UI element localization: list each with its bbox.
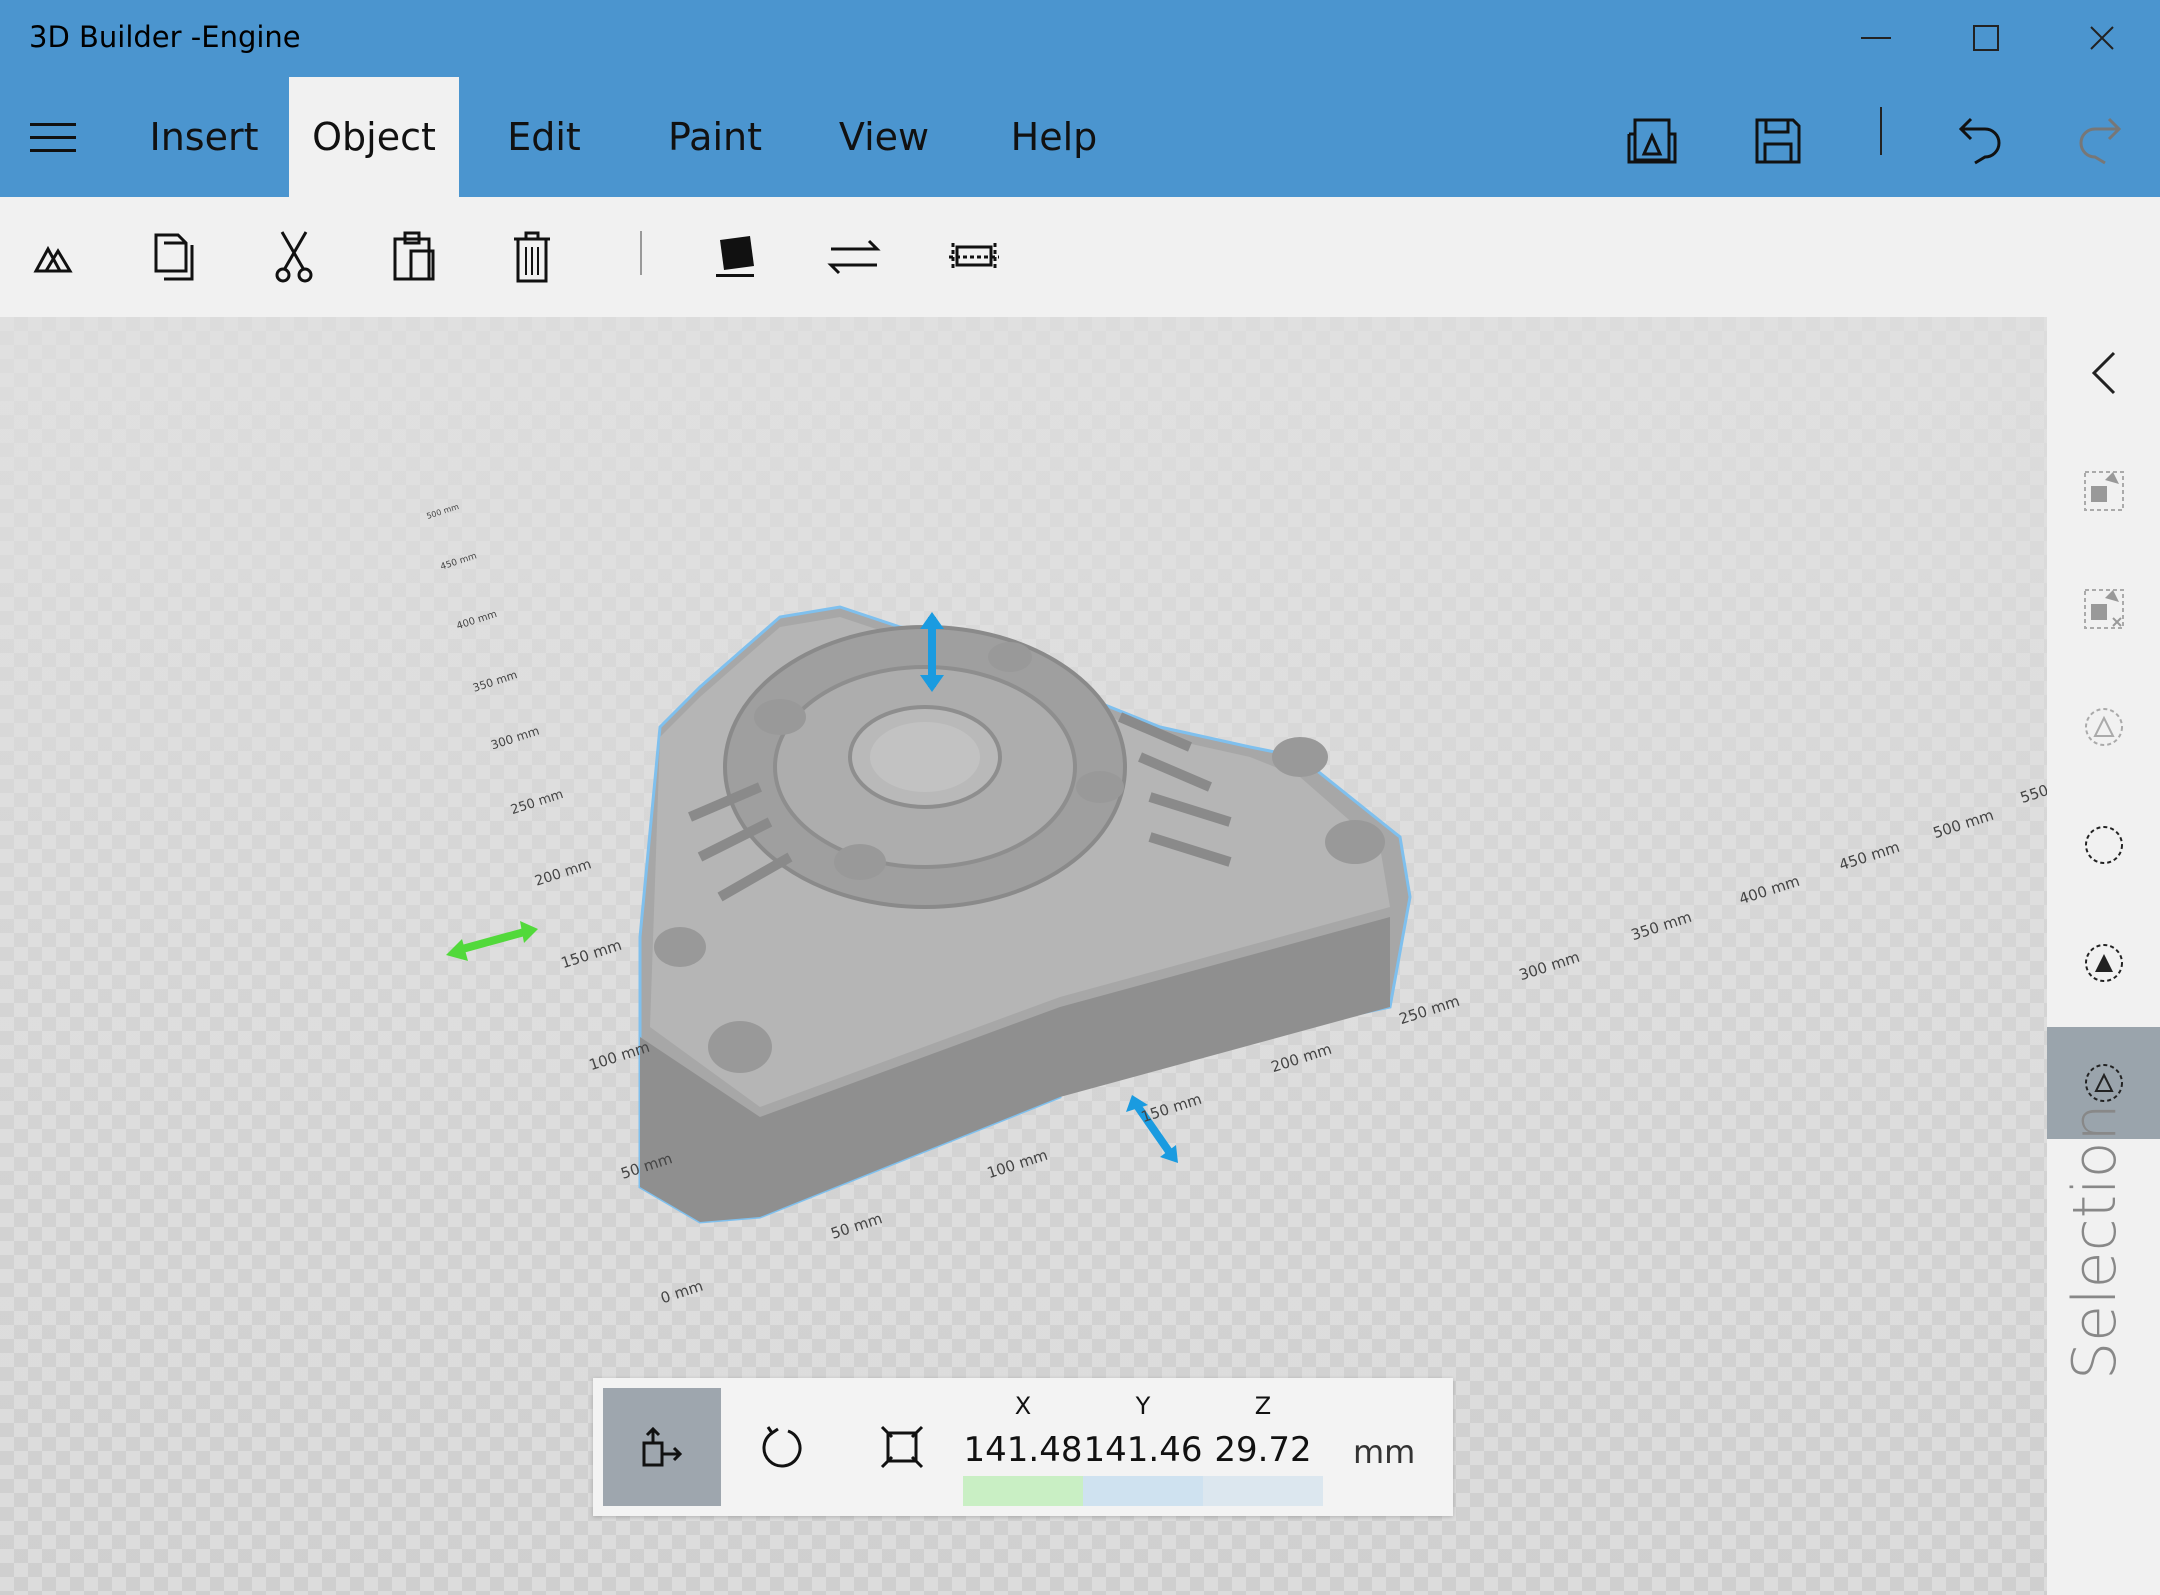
x-label: X xyxy=(1014,1392,1032,1420)
select-objects-icon xyxy=(2084,708,2123,746)
rotate-icon xyxy=(762,1426,802,1468)
title-bar: 3D Builder -Engine Insert Object Edit Pa… xyxy=(0,0,2160,197)
save-icon xyxy=(1755,118,1801,164)
tab-edit[interactable]: Edit xyxy=(484,77,604,197)
minimize-icon xyxy=(1861,37,1891,39)
paste-icon xyxy=(393,231,435,281)
trash-icon xyxy=(514,231,550,283)
deselect-icon xyxy=(2083,589,2124,629)
close-button[interactable] xyxy=(2072,14,2132,62)
cut-button[interactable] xyxy=(262,225,326,289)
z-label: Z xyxy=(1254,1392,1272,1420)
z-bar xyxy=(1203,1476,1323,1506)
move-button[interactable] xyxy=(603,1388,721,1506)
app-title: 3D Builder -Engine xyxy=(29,20,301,54)
redo-icon xyxy=(2079,117,2122,165)
rotate-button[interactable] xyxy=(723,1388,841,1506)
print-3d-button[interactable] xyxy=(1622,111,1682,171)
deselect-button[interactable] xyxy=(2047,553,2160,665)
circle-select-icon xyxy=(2084,826,2123,864)
maximize-button[interactable] xyxy=(1956,14,2016,62)
tab-view[interactable]: View xyxy=(824,77,944,197)
y-label: Y xyxy=(1135,1392,1151,1420)
undo-button[interactable] xyxy=(1950,111,2010,171)
paste-button[interactable] xyxy=(382,225,446,289)
print-3d-icon xyxy=(1627,118,1677,164)
move-icon xyxy=(642,1426,683,1467)
select-all-icon xyxy=(2083,471,2124,511)
redo-button[interactable] xyxy=(2070,111,2130,171)
color-button[interactable] xyxy=(703,225,767,289)
hamburger-menu-icon[interactable] xyxy=(30,123,76,153)
select-all-button[interactable] xyxy=(2047,435,2160,547)
transform-panel: X 141.48 Y 141.46 Z 29.72 mm xyxy=(593,1378,1453,1516)
x-coordinate[interactable]: X 141.48 xyxy=(963,1378,1083,1506)
select-objects-button[interactable] xyxy=(2047,671,2160,783)
menu-separator xyxy=(1880,107,1882,155)
scissors-icon xyxy=(275,231,313,283)
undo-icon xyxy=(1958,117,2001,165)
right-sidebar xyxy=(2047,317,2160,1595)
tab-object[interactable]: Object xyxy=(289,77,459,197)
delete-button[interactable] xyxy=(500,225,564,289)
select-edges-button[interactable] xyxy=(2047,907,2160,1019)
copy-button[interactable] xyxy=(142,225,206,289)
x-value[interactable]: 141.48 xyxy=(963,1430,1083,1470)
copy-icon xyxy=(154,233,194,281)
scale-button[interactable] xyxy=(843,1388,961,1506)
save-button[interactable] xyxy=(1748,111,1808,171)
z-coordinate[interactable]: Z 29.72 xyxy=(1203,1378,1323,1506)
chevron-left-icon xyxy=(2091,351,2115,395)
toolbar-separator xyxy=(640,231,642,275)
z-value[interactable]: 29.72 xyxy=(1203,1430,1323,1470)
object-toolbar xyxy=(0,197,2160,317)
align-icon xyxy=(949,243,999,271)
scale-icon xyxy=(880,1425,924,1469)
selection-panel-label: Selection xyxy=(2060,1103,2130,1380)
unit-selector[interactable]: mm xyxy=(1353,1433,1415,1471)
select-faces-button[interactable] xyxy=(2047,789,2160,901)
y-coordinate[interactable]: Y 141.46 xyxy=(1083,1378,1203,1506)
menu-bar: Insert Object Edit Paint View Help xyxy=(0,77,2160,197)
maximize-icon xyxy=(1973,25,1999,51)
duplicate-shape-button[interactable] xyxy=(22,225,86,289)
y-value[interactable]: 141.46 xyxy=(1083,1430,1203,1470)
select-shapes-icon xyxy=(2084,944,2123,982)
x-bar xyxy=(963,1476,1083,1506)
close-icon xyxy=(2090,26,2114,50)
color-swatch-icon xyxy=(716,236,754,277)
tab-help[interactable]: Help xyxy=(994,77,1114,197)
minimize-button[interactable] xyxy=(1846,14,1906,62)
tab-paint[interactable]: Paint xyxy=(650,77,780,197)
collapse-panel-button[interactable] xyxy=(2047,317,2160,429)
y-bar xyxy=(1083,1476,1203,1506)
mirror-button[interactable] xyxy=(822,225,886,289)
align-button[interactable] xyxy=(942,225,1006,289)
shapes-icon xyxy=(33,245,73,273)
swap-arrows-icon xyxy=(827,239,881,275)
tab-insert[interactable]: Insert xyxy=(134,77,274,197)
